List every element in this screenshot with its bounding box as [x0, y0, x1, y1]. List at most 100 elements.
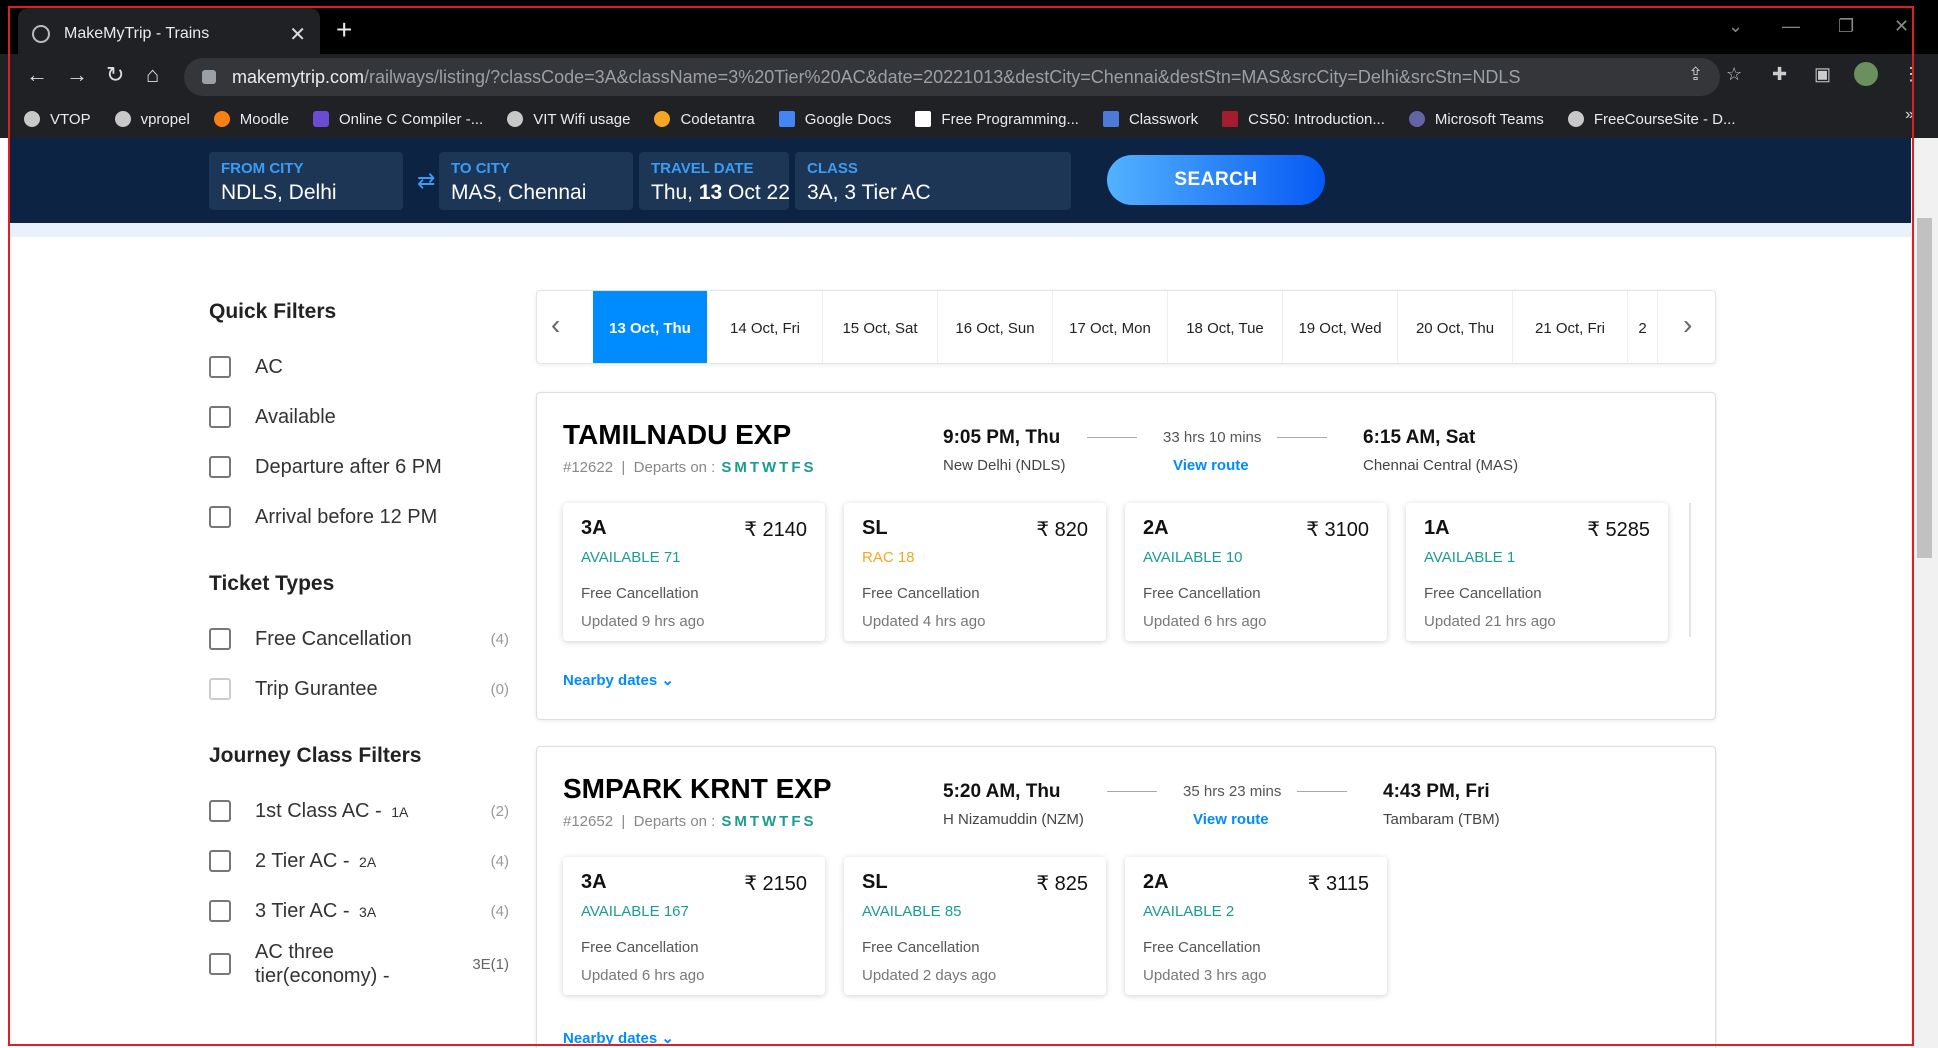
filter-class-3a[interactable]: 3 Tier AC - 3A (4)	[209, 886, 509, 936]
train-name: SMPARK KRNT EXP	[563, 773, 832, 804]
menu-icon[interactable]: ⋮	[1902, 64, 1920, 85]
bookmark-item[interactable]: Free Programming...	[915, 111, 1079, 128]
bookmark-item[interactable]: VIT Wifi usage	[507, 111, 630, 128]
checkbox[interactable]	[209, 356, 231, 378]
classroom-icon	[1102, 111, 1119, 127]
globe-icon	[1567, 111, 1584, 127]
swap-icon[interactable]: ⇄	[417, 168, 435, 194]
star-icon[interactable]: ☆	[1726, 64, 1742, 85]
bookmark-item[interactable]: vpropel	[114, 111, 190, 128]
filter-departure-after-6pm[interactable]: Departure after 6 PM	[209, 442, 509, 492]
checkbox[interactable]	[209, 506, 231, 528]
fare-card[interactable]: 2A ₹ 3100 AVAILABLE 10 Free Cancellation …	[1125, 503, 1387, 641]
checkbox[interactable]	[209, 900, 231, 922]
filter-class-2a[interactable]: 2 Tier AC - 2A (4)	[209, 836, 509, 886]
departure-station: H Nizamuddin (NZM)	[943, 811, 1084, 828]
date-tab[interactable]: 18 Oct, Tue	[1168, 291, 1283, 363]
fare-card[interactable]: 1A ₹ 5285 AVAILABLE 1 Free Cancellation U…	[1406, 503, 1668, 641]
checkbox[interactable]	[209, 800, 231, 822]
bookmark-item[interactable]: Codetantra	[654, 111, 755, 128]
date-tab[interactable]: 14 Oct, Fri	[708, 291, 823, 363]
filter-ac[interactable]: AC	[209, 342, 509, 392]
fare-card[interactable]: 3A ₹ 2140 AVAILABLE 71 Free Cancellation …	[563, 503, 825, 641]
chevron-right-icon[interactable]: ›	[1683, 309, 1692, 341]
share-icon[interactable]: ⇪	[1688, 64, 1703, 85]
filter-free-cancellation[interactable]: Free Cancellation (4)	[209, 614, 509, 664]
bookmark-item[interactable]: Online C Compiler -...	[312, 111, 483, 128]
chevron-down-icon[interactable]: ⌄	[1728, 16, 1743, 37]
view-route-link[interactable]: View route	[1193, 811, 1269, 828]
sidepanel-icon[interactable]: ▣	[1814, 64, 1831, 85]
date-tab[interactable]: 20 Oct, Thu	[1398, 291, 1513, 363]
bookmark-item[interactable]: FreeCourseSite - D...	[1567, 111, 1736, 128]
fare-card[interactable]: SL ₹ 825 AVAILABLE 85 Free Cancellation U…	[844, 857, 1106, 995]
checkbox[interactable]	[209, 406, 231, 428]
divider	[1087, 437, 1137, 438]
back-icon[interactable]: ←	[26, 62, 48, 88]
checkbox[interactable]	[209, 953, 231, 975]
window-close-icon[interactable]: ✕	[1894, 16, 1909, 37]
bookmark-item[interactable]: Moodle	[213, 111, 289, 128]
reload-icon[interactable]: ↻	[106, 62, 124, 88]
to-city-label: TO CITY	[451, 160, 510, 177]
forward-icon[interactable]: →	[66, 62, 88, 88]
date-tab[interactable]: 13 Oct, Thu	[593, 291, 708, 363]
fare-card[interactable]: 3A ₹ 2150 AVAILABLE 167 Free Cancellation…	[563, 857, 825, 995]
bookmark-item[interactable]: VTOP	[24, 111, 91, 128]
filter-arrival-before-12pm[interactable]: Arrival before 12 PM	[209, 492, 509, 542]
page-icon	[915, 111, 932, 127]
journey-class-title: Journey Class Filters	[209, 744, 422, 767]
from-city-field[interactable]: FROM CITY NDLS, Delhi	[209, 152, 403, 210]
plus-icon[interactable]: +	[336, 14, 352, 46]
class-label: CLASS	[807, 160, 858, 177]
date-tab[interactable]: 19 Oct, Wed	[1283, 291, 1398, 363]
filter-available[interactable]: Available	[209, 392, 509, 442]
nearby-dates-link[interactable]: Nearby dates ⌄	[563, 1029, 674, 1047]
minimize-icon[interactable]: —	[1782, 16, 1800, 37]
train-card: TAMILNADU EXP #12622 | Departs on : SMTWT…	[536, 392, 1716, 720]
class-field[interactable]: CLASS 3A, 3 Tier AC	[795, 152, 1071, 210]
home-icon[interactable]: ⌂	[146, 62, 159, 88]
address-bar[interactable]: makemytrip.com/railways/listing/?classCo…	[184, 58, 1720, 96]
date-tab[interactable]: 2	[1628, 291, 1658, 363]
to-city-field[interactable]: TO CITY MAS, Chennai	[439, 152, 633, 210]
vertical-scrollbar[interactable]	[1911, 138, 1938, 1048]
fare-card[interactable]: SL ₹ 820 RAC 18 Free Cancellation Updated…	[844, 503, 1106, 641]
checkbox[interactable]	[209, 850, 231, 872]
filter-trip-guarantee: Trip Gurantee (0)	[209, 664, 509, 714]
bookmark-item[interactable]: Microsoft Teams	[1408, 111, 1544, 128]
browser-tab[interactable]: MakeMyTrip - Trains ✕	[18, 8, 320, 60]
bolt-icon	[312, 111, 329, 127]
tab-title: MakeMyTrip - Trains	[64, 25, 210, 42]
filters-sidebar: Quick Filters AC Available Departure aft…	[209, 300, 509, 1022]
fare-card[interactable]: 2A ₹ 3115 AVAILABLE 2 Free Cancellation U…	[1125, 857, 1387, 995]
bookmarks-overflow-icon[interactable]: »	[1905, 106, 1914, 124]
filter-class-1a[interactable]: 1st Class AC - 1A (2)	[209, 786, 509, 836]
profile-avatar[interactable]	[1854, 62, 1878, 86]
bookmark-item[interactable]: Google Docs	[778, 111, 891, 128]
bookmark-icon	[24, 111, 40, 127]
moodle-icon	[213, 111, 230, 127]
travel-date-field[interactable]: TRAVEL DATE Thu, 13 Oct 22	[639, 152, 790, 210]
extensions-icon[interactable]: ✚	[1772, 64, 1787, 85]
view-route-link[interactable]: View route	[1173, 457, 1249, 474]
filter-class-3e[interactable]: AC three tier(economy) -3E(1)	[209, 936, 509, 992]
scrollbar-thumb[interactable]	[1917, 218, 1932, 558]
date-tab[interactable]: 16 Oct, Sun	[938, 291, 1053, 363]
date-tab[interactable]: 15 Oct, Sat	[823, 291, 938, 363]
nearby-dates-link[interactable]: Nearby dates ⌄	[563, 671, 674, 689]
duration: 33 hrs 10 mins	[1163, 429, 1262, 446]
from-city-label: FROM CITY	[221, 160, 304, 177]
date-tab[interactable]: 17 Oct, Mon	[1053, 291, 1168, 363]
bookmark-item[interactable]: CS50: Introduction...	[1222, 111, 1385, 128]
restore-icon[interactable]: ❐	[1838, 16, 1854, 37]
chevron-left-icon[interactable]: ‹	[551, 309, 560, 341]
divider	[1277, 437, 1327, 438]
checkbox[interactable]	[209, 628, 231, 650]
checkbox[interactable]	[209, 456, 231, 478]
date-tab[interactable]: 21 Oct, Fri	[1513, 291, 1628, 363]
close-icon[interactable]: ✕	[289, 22, 306, 47]
bookmark-item[interactable]: Classwork	[1102, 111, 1198, 128]
browser-tabbar: MakeMyTrip - Trains ✕ + ⌄ — ❐ ✕	[0, 0, 1938, 60]
search-button[interactable]: SEARCH	[1107, 155, 1325, 205]
